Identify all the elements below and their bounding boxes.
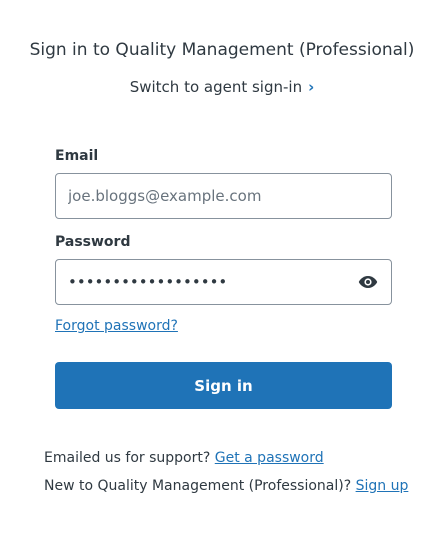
page-title: Sign in to Quality Management (Professio… [29, 40, 415, 60]
forgot-password-link[interactable]: Forgot password? [55, 318, 178, 334]
get-password-link[interactable]: Get a password [215, 450, 324, 466]
email-field[interactable] [68, 187, 379, 205]
password-field[interactable]: •••••••••••••••••• [55, 259, 392, 305]
email-label: Email [55, 148, 99, 164]
signup-text: New to Quality Management (Professional)… [44, 478, 352, 494]
switch-to-agent-link[interactable]: Switch to agent sign-in › [0, 78, 444, 96]
support-text: Emailed us for support? [44, 450, 211, 466]
chevron-right-icon: › [308, 78, 315, 96]
password-masked-value: •••••••••••••••••• [68, 273, 228, 291]
sign-in-page: Sign in to Quality Management (Professio… [0, 0, 444, 540]
password-label: Password [55, 234, 131, 250]
signup-line: New to Quality Management (Professional)… [44, 478, 408, 494]
email-field-wrapper [55, 173, 392, 219]
switch-to-agent-label: Switch to agent sign-in [129, 78, 303, 96]
sign-up-link[interactable]: Sign up [356, 478, 409, 494]
eye-icon[interactable] [357, 271, 379, 293]
sign-in-button[interactable]: Sign in [55, 362, 392, 409]
support-line: Emailed us for support? Get a password [44, 450, 324, 466]
